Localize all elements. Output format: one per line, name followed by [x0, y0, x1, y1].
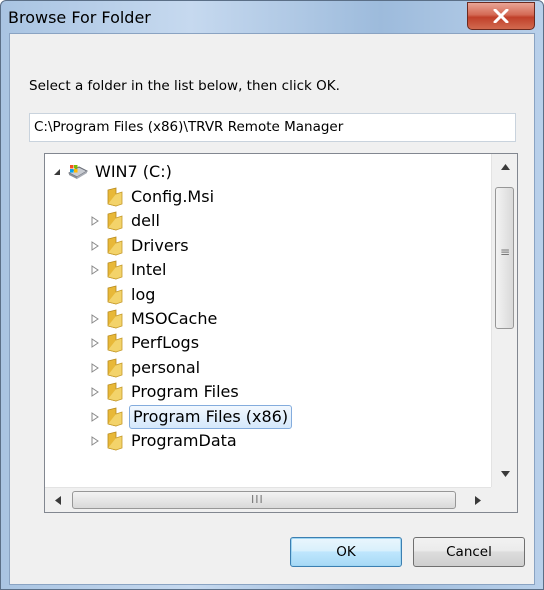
tree-folder-label: log [131, 284, 156, 304]
folder-icon [106, 236, 126, 256]
window-title: Browse For Folder [8, 8, 151, 27]
tree-folder-label: ProgramData [131, 431, 237, 450]
folder-icon [106, 285, 126, 305]
tree-folder-label: PerfLogs [131, 333, 200, 353]
expand-arrow-icon[interactable] [89, 239, 101, 253]
expand-arrow-icon[interactable] [89, 336, 101, 350]
horizontal-scroll-thumb[interactable]: III [72, 491, 456, 509]
cancel-button[interactable]: Cancel [413, 537, 525, 567]
folder-tree[interactable]: WIN7 (C:) Config.Msi dell Drivers Intel log M… [44, 153, 518, 513]
folder-icon [106, 309, 126, 329]
tree-folder-item[interactable]: Program Files [45, 380, 485, 404]
scroll-right-icon [475, 496, 481, 505]
folder-icon [106, 333, 126, 353]
scroll-up-icon [501, 164, 510, 170]
folder-icon [106, 358, 126, 378]
folder-icon [106, 407, 126, 427]
tree-folder-label: Drivers [131, 235, 189, 255]
scroll-up-button[interactable] [492, 154, 517, 180]
ok-button[interactable]: OK [290, 537, 402, 567]
expand-arrow-icon[interactable] [89, 385, 101, 399]
tree-root-label: WIN7 (C:) [95, 162, 172, 181]
tree-folder-item[interactable]: personal [45, 356, 485, 380]
tree-folder-item[interactable]: PerfLogs [45, 331, 485, 355]
tree-folder-label: Program Files (x86) [129, 404, 293, 429]
tree-folder-item[interactable]: ProgramData [45, 429, 485, 453]
title-bar[interactable]: Browse For Folder [1, 1, 543, 33]
tree-folder-item[interactable]: Drivers [45, 234, 485, 258]
tree-folder-label: Intel [131, 260, 167, 280]
close-button[interactable] [467, 2, 535, 30]
close-icon [493, 9, 509, 23]
folder-icon [106, 187, 126, 207]
tree-folder-item[interactable]: MSOCache [45, 307, 485, 331]
tree-folder-item[interactable]: log [45, 283, 485, 307]
scroll-left-button[interactable] [45, 488, 71, 512]
scroll-grip: ≡ [500, 245, 511, 259]
scroll-grip: III [251, 493, 264, 506]
folder-icon [106, 260, 126, 280]
expand-arrow-icon[interactable] [89, 434, 101, 448]
tree-folder-item[interactable]: Intel [45, 258, 485, 282]
tree-folder-item[interactable]: Program Files (x86) [45, 404, 485, 429]
tree-folder-label: Program Files [131, 382, 239, 402]
horizontal-scrollbar[interactable]: III [45, 487, 491, 512]
scrollbar-corner [491, 487, 517, 512]
vertical-scroll-thumb[interactable]: ≡ [495, 187, 514, 329]
collapse-arrow-icon[interactable] [51, 165, 63, 179]
tree-folder-label: dell [131, 211, 160, 231]
scroll-down-icon [501, 471, 510, 477]
vertical-scrollbar[interactable]: ≡ [491, 154, 517, 487]
scroll-left-icon [55, 496, 61, 505]
folder-icon [106, 382, 126, 402]
scroll-down-button[interactable] [492, 461, 517, 487]
expand-arrow-icon[interactable] [89, 410, 101, 424]
expand-arrow-icon[interactable] [89, 312, 101, 326]
folder-icon [106, 211, 126, 231]
folder-tree-view[interactable]: WIN7 (C:) Config.Msi dell Drivers Intel log M… [45, 154, 492, 487]
scroll-right-button[interactable] [465, 488, 491, 512]
tree-root-item[interactable]: WIN7 (C:) [45, 160, 485, 184]
drive-icon [67, 163, 89, 183]
tree-folder-label: Config.Msi [131, 187, 215, 206]
folder-icon [106, 431, 126, 451]
tree-folder-label: MSOCache [131, 309, 218, 328]
expand-arrow-icon[interactable] [89, 214, 101, 228]
expand-arrow-icon[interactable] [89, 263, 101, 277]
tree-folder-item[interactable]: Config.Msi [45, 185, 485, 209]
path-field[interactable]: C:\Program Files (x86)\TRVR Remote Manag… [29, 113, 516, 142]
tree-folder-item[interactable]: dell [45, 209, 485, 233]
instruction-text: Select a folder in the list below, then … [29, 78, 340, 94]
expand-arrow-icon[interactable] [89, 361, 101, 375]
tree-folder-label: personal [131, 357, 201, 377]
